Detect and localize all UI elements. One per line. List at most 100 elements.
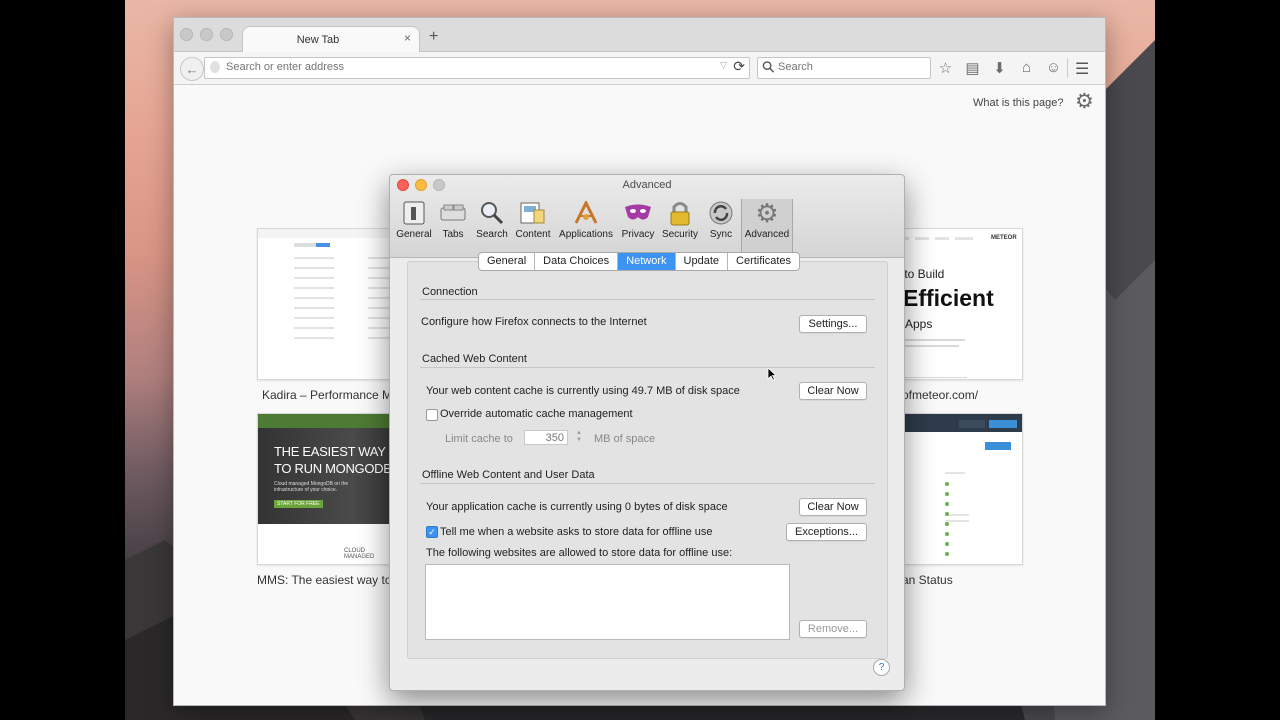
tile-mongo-footer: CLOUD MANAGED [344, 548, 375, 560]
pref-tab-tabs-label: Tabs [442, 229, 464, 240]
subtab-network[interactable]: Network [618, 253, 676, 270]
gear-icon[interactable]: ⚙ [1075, 91, 1097, 113]
tab-strip: New Tab × + [174, 18, 1105, 53]
allowed-sites-label: The following websites are allowed to st… [426, 547, 733, 559]
tell-offline-label: Tell me when a website asks to store dat… [440, 526, 713, 538]
offline-heading: Offline Web Content and User Data [422, 469, 595, 481]
hamburger-menu-icon[interactable]: ☰ [1075, 59, 1089, 79]
tile-kadira-label[interactable]: Kadira – Performance Mo [262, 388, 399, 402]
chat-icon[interactable]: ☺ [1044, 58, 1063, 77]
minimize-window-button[interactable] [200, 28, 213, 41]
dialog-titlebar: Advanced General Tabs Search Content App… [390, 175, 904, 258]
pref-tab-security-label: Security [661, 229, 699, 240]
url-bar[interactable]: ▽ ⟳ [204, 57, 750, 79]
bookmarks-menu-icon[interactable]: ▤ [963, 58, 982, 77]
bookmark-star-icon[interactable]: ☆ [936, 58, 955, 77]
connection-divider [420, 299, 875, 300]
pref-tab-search[interactable]: Search [474, 199, 510, 255]
pref-tab-applications-label: Applications [559, 229, 613, 240]
tab-new-tab[interactable]: New Tab × [242, 26, 420, 53]
page-info-icon[interactable] [210, 61, 220, 73]
tell-offline-checkbox[interactable]: ✓ [426, 526, 438, 538]
limit-cache-label: Limit cache to [445, 433, 513, 445]
url-input[interactable] [226, 59, 696, 75]
tile-status-thumbnail [891, 414, 1022, 556]
pref-tab-security[interactable]: Security [660, 199, 700, 255]
pref-tab-tabs[interactable]: Tabs [437, 199, 469, 255]
tile-kadira-thumbnail [258, 229, 393, 379]
pref-tab-general-label: General [396, 229, 432, 240]
search-icon [478, 199, 506, 227]
reload-icon[interactable]: ⟳ [733, 58, 745, 75]
pref-tab-privacy-label: Privacy [621, 229, 655, 240]
pref-tab-advanced[interactable]: ⚙ Advanced [741, 199, 793, 255]
override-cache-checkbox[interactable] [426, 409, 438, 421]
privacy-icon [624, 199, 652, 227]
pref-tab-search-label: Search [476, 229, 508, 240]
advanced-subtabs: General Data Choices Network Update Cert… [478, 252, 801, 271]
search-magnifier-icon [762, 61, 775, 73]
tile-mongo-sub: Cloud managed MongoDB on the infrastruct… [274, 481, 349, 493]
search-input[interactable] [778, 59, 923, 75]
pref-tab-advanced-label: Advanced [744, 229, 790, 240]
advanced-icon: ⚙ [755, 198, 779, 228]
tile-meteor-thumbnail [895, 237, 973, 378]
tile-mongo-heading1: THE EASIEST WAY [274, 444, 386, 459]
tile-mongodb[interactable]: THE EASIEST WAY TO RUN MONGODB Cloud man… [257, 413, 394, 565]
subtab-general[interactable]: General [479, 253, 536, 270]
dialog-title: Advanced [622, 179, 672, 191]
offline-divider [420, 483, 875, 484]
connection-heading: Connection [422, 286, 478, 298]
connection-text: Configure how Firefox connects to the In… [421, 316, 647, 328]
tile-meteor[interactable]: METEOR y to Build Efficient Apps [890, 228, 1023, 380]
cache-status-text: Your web content cache is currently usin… [426, 385, 740, 397]
mouse-cursor-icon [767, 367, 777, 381]
tile-mongodb-label[interactable]: MMS: The easiest way to [257, 573, 392, 587]
pref-tab-general[interactable]: General [396, 199, 432, 255]
cache-limit-stepper[interactable]: ▲ ▼ [575, 430, 583, 445]
downloads-icon[interactable]: ⬇ [990, 58, 1009, 77]
tile-kadira[interactable] [257, 228, 394, 380]
offline-status-text: Your application cache is currently usin… [426, 501, 728, 513]
cache-clear-now-button[interactable]: Clear Now [799, 382, 867, 400]
security-icon [666, 199, 694, 227]
cache-divider [420, 367, 875, 368]
new-tab-button[interactable]: + [429, 28, 438, 46]
cache-heading: Cached Web Content [422, 353, 527, 365]
offline-clear-now-button[interactable]: Clear Now [799, 498, 867, 516]
back-arrow-icon: ← [185, 61, 199, 77]
connection-settings-button[interactable]: Settings... [799, 315, 867, 333]
tile-status-label[interactable]: an Status [902, 573, 953, 587]
tile-mongo-btn: START FOR FREE [274, 500, 323, 508]
tab-close-icon[interactable]: × [404, 31, 411, 45]
subtab-certificates[interactable]: Certificates [728, 253, 799, 270]
what-is-this-page-link[interactable]: What is this page? [973, 97, 1064, 109]
close-window-button[interactable] [180, 28, 193, 41]
offline-exceptions-button[interactable]: Exceptions... [786, 523, 867, 541]
preferences-dialog: Advanced General Tabs Search Content App… [389, 174, 905, 691]
pref-tab-privacy[interactable]: Privacy [620, 199, 656, 255]
cache-limit-input[interactable]: 350 [524, 430, 568, 445]
pref-tab-applications[interactable]: Applications [558, 199, 614, 255]
zoom-window-button[interactable] [220, 28, 233, 41]
tabs-icon [439, 199, 467, 227]
allowed-sites-list[interactable] [425, 564, 790, 640]
tile-meteor-label[interactable]: ofmeteor.com/ [902, 388, 978, 402]
toolbar-separator [1067, 58, 1068, 78]
override-cache-label: Override automatic cache management [440, 408, 633, 420]
applications-icon [572, 199, 600, 227]
subtab-data-choices[interactable]: Data Choices [535, 253, 619, 270]
tile-status[interactable] [890, 413, 1023, 565]
history-dropdown-icon[interactable]: ▽ [720, 60, 727, 71]
back-button[interactable]: ← [180, 57, 204, 81]
help-button[interactable]: ? [873, 659, 890, 676]
toolbar-icons: ☆ ▤ ⬇ ⌂ ☺ [936, 58, 1063, 77]
pref-tab-content-label: Content [515, 229, 551, 240]
pref-tab-sync[interactable]: Sync [705, 199, 737, 255]
tile-mongo-heading2: TO RUN MONGODB [274, 461, 392, 476]
pref-tab-content[interactable]: Content [515, 199, 551, 255]
search-bar[interactable] [757, 57, 931, 79]
remove-site-button[interactable]: Remove... [799, 620, 867, 638]
subtab-update[interactable]: Update [676, 253, 729, 270]
home-icon[interactable]: ⌂ [1017, 58, 1036, 77]
